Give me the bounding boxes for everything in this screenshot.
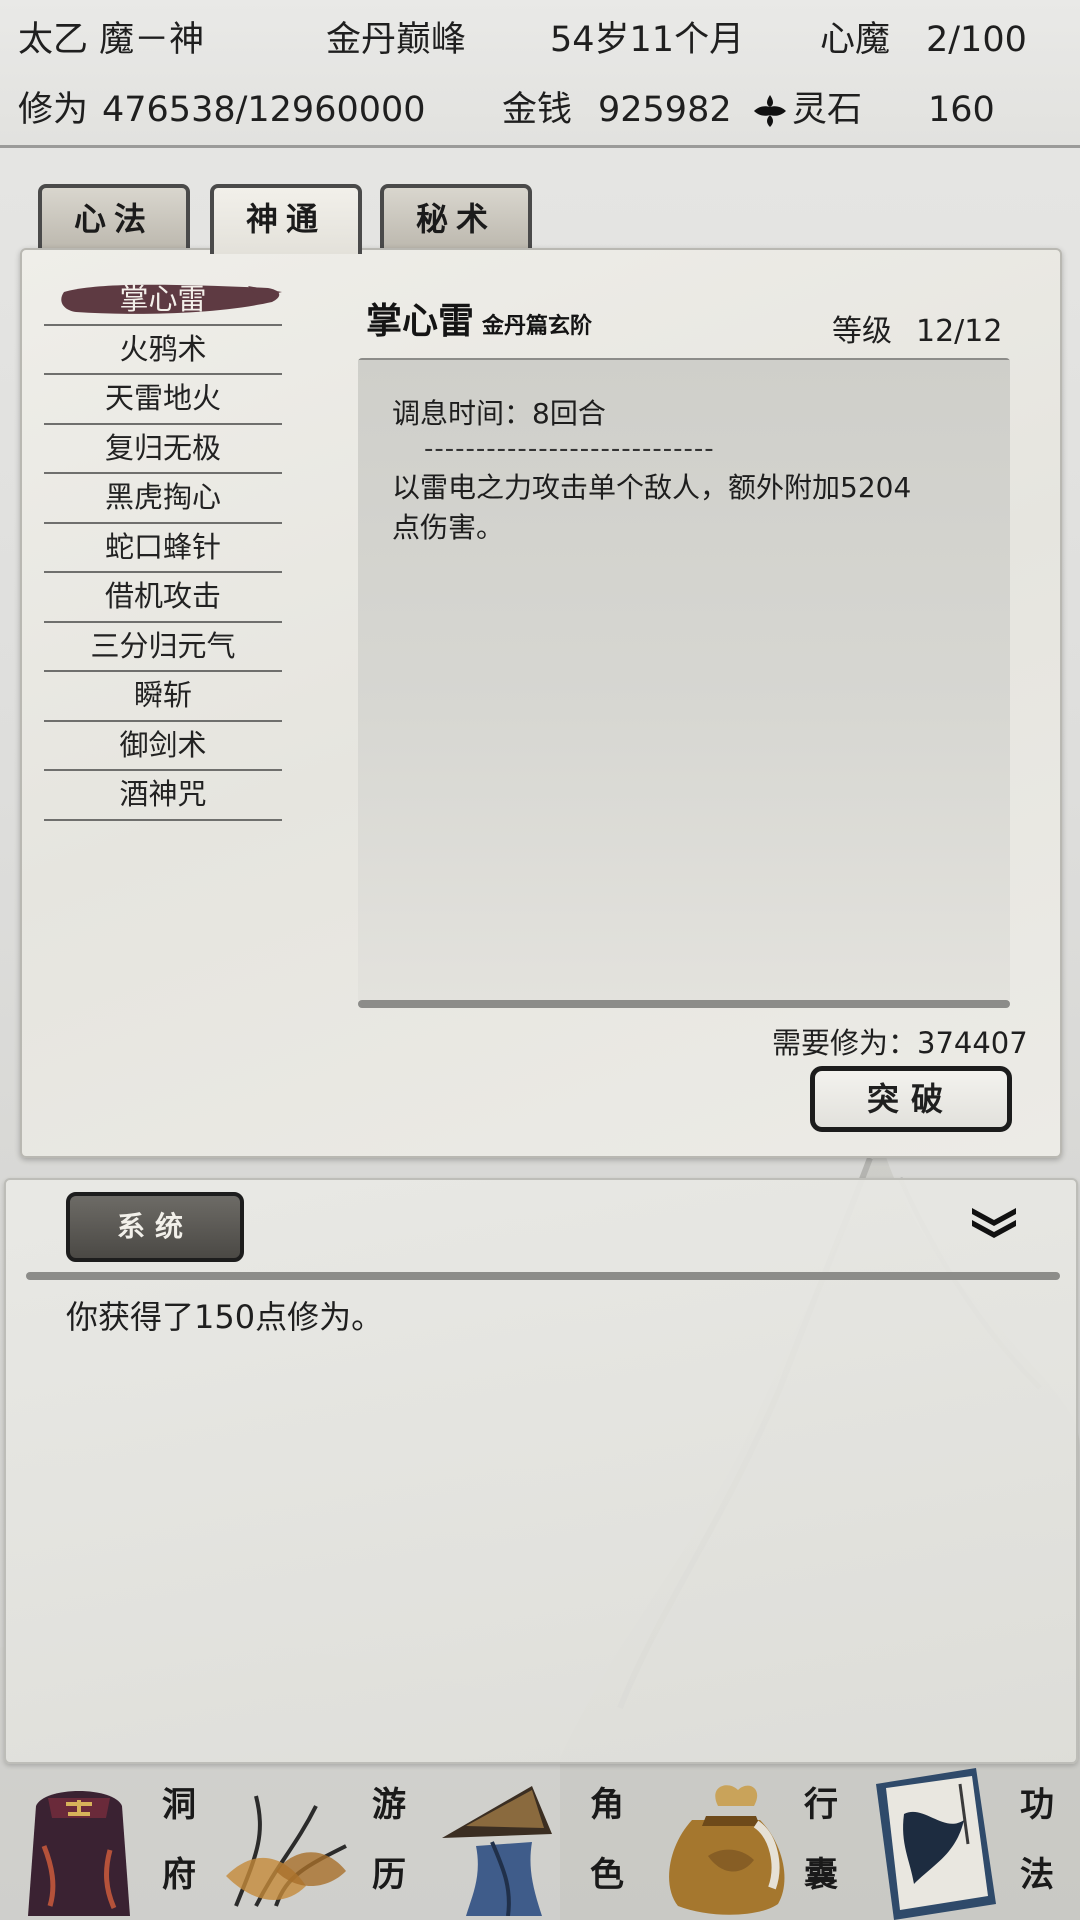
- nav-label-bottom: 历: [372, 1855, 406, 1895]
- breakthrough-button[interactable]: 突破: [810, 1066, 1012, 1132]
- spirit-stone-label: 灵石: [792, 90, 863, 130]
- skill-name: 天雷地火: [104, 381, 221, 415]
- skill-level: 等级 12/12: [832, 306, 1002, 350]
- nav-label-bottom: 色: [590, 1855, 624, 1895]
- skill-item[interactable]: 天雷地火: [44, 375, 282, 425]
- skill-list: 掌心雷 火鸦术 天雷地火 复归无极 黑虎掏心 蛇口蜂针 借机攻击 三分归元气 瞬…: [44, 276, 282, 821]
- cooldown-text: 调息时间：8回合: [392, 397, 606, 430]
- skill-name: 火鸦术: [119, 331, 207, 366]
- money-value: 925982: [598, 90, 732, 130]
- nav-inventory[interactable]: 行 囊: [648, 1764, 864, 1920]
- nav-character[interactable]: 角 色: [432, 1764, 648, 1920]
- log-divider-bar: [26, 1272, 1060, 1280]
- skill-grade: 金丹篇玄阶: [482, 313, 593, 339]
- message-log-panel: 系统 你获得了150点修为。: [4, 1178, 1078, 1764]
- skill-item[interactable]: 瞬斩: [44, 672, 282, 722]
- skill-detail-title: 掌心雷 金丹篇玄阶: [366, 292, 592, 344]
- cultivation-label: 修为: [18, 90, 89, 130]
- tab-mind-method[interactable]: 心法: [38, 184, 190, 250]
- skill-name: 御剑术: [119, 727, 207, 762]
- tab-system-log[interactable]: 系统: [66, 1192, 244, 1262]
- cultivation-requirement: 需要修为：374407: [772, 1026, 1028, 1060]
- divider-dashes: ----------------------------: [424, 434, 715, 464]
- cultivation-value: 476538/12960000: [102, 90, 426, 130]
- nav-travel[interactable]: 游 历: [216, 1764, 432, 1920]
- money-label: 金钱: [502, 90, 573, 130]
- travel-icon: [226, 1795, 347, 1907]
- skill-title: 掌心雷: [366, 300, 475, 342]
- spirit-stone-icon: [754, 95, 786, 127]
- character-name: 太乙 魔－神: [18, 20, 205, 60]
- heart-demon-value: 2/100: [926, 20, 1027, 60]
- heart-demon-label: 心魔: [820, 20, 891, 60]
- chevron-double-down-icon[interactable]: [966, 1202, 1022, 1242]
- skill-name: 三分归元气: [90, 628, 236, 663]
- cave-residence-icon: [28, 1791, 130, 1916]
- skill-name: 酒神咒: [119, 777, 207, 811]
- nav-cave-residence[interactable]: 洞 府: [0, 1764, 216, 1920]
- nav-label-top: 功: [1020, 1785, 1054, 1825]
- skill-item[interactable]: 复归无极: [44, 425, 282, 474]
- character-age: 54岁11个月: [550, 20, 745, 60]
- skill-item[interactable]: 黑虎掏心: [44, 474, 282, 524]
- nav-label-top: 洞: [162, 1785, 196, 1825]
- skill-item[interactable]: 蛇口蜂针: [44, 524, 282, 573]
- nav-label-bottom: 府: [162, 1855, 196, 1895]
- nav-label-bottom: 囊: [804, 1855, 838, 1895]
- nav-label-bottom: 法: [1020, 1855, 1054, 1895]
- character-icon: [442, 1786, 552, 1916]
- skill-name: 瞬斩: [133, 678, 192, 712]
- skill-panel: 掌心雷 火鸦术 天雷地火 复归无极 黑虎掏心 蛇口蜂针 借机攻击 三分归元气 瞬…: [20, 248, 1062, 1158]
- skill-item[interactable]: 火鸦术: [44, 326, 282, 375]
- skill-name: 复归无极: [104, 430, 221, 465]
- skill-item[interactable]: 三分归元气: [44, 623, 282, 672]
- skill-item[interactable]: 御剑术: [44, 722, 282, 771]
- bottom-navigation: 洞 府 游 历 角 色 行 囊 功 法: [0, 1764, 1080, 1920]
- status-header: 太乙 魔－神 金丹巅峰 54岁11个月 心魔 2/100 修为 476538/1…: [0, 0, 1080, 148]
- spirit-stone: 灵石: [752, 90, 862, 130]
- skill-name: 黑虎掏心: [104, 480, 221, 514]
- inventory-bag-icon: [669, 1785, 785, 1915]
- log-message: 你获得了150点修为。: [66, 1298, 384, 1336]
- tab-secret-art[interactable]: 秘术: [380, 184, 532, 250]
- nav-technique[interactable]: 功 法: [864, 1764, 1080, 1920]
- spirit-stone-value: 160: [928, 90, 995, 130]
- technique-book-icon: [876, 1768, 996, 1920]
- skill-name: 蛇口蜂针: [104, 529, 221, 564]
- skill-name: 掌心雷: [119, 282, 207, 316]
- description-line-1: 以雷电之力攻击单个敌人，额外附加5204: [392, 471, 912, 504]
- skill-item-selected[interactable]: 掌心雷: [44, 276, 282, 326]
- description-line-2: 点伤害。: [392, 511, 505, 544]
- level-value: 12/12: [916, 314, 1003, 349]
- nav-label-top: 角: [590, 1785, 624, 1825]
- description-bottom-bar: [358, 1000, 1010, 1008]
- level-label: 等级: [832, 314, 892, 349]
- cultivation-realm: 金丹巅峰: [326, 20, 467, 60]
- skill-item[interactable]: 借机攻击: [44, 573, 282, 623]
- nav-label-top: 行: [804, 1785, 838, 1825]
- nav-label-top: 游: [372, 1785, 406, 1825]
- skill-item[interactable]: 酒神咒: [44, 771, 282, 821]
- skill-name: 借机攻击: [104, 579, 221, 613]
- tab-divine-ability[interactable]: 神通: [210, 184, 362, 254]
